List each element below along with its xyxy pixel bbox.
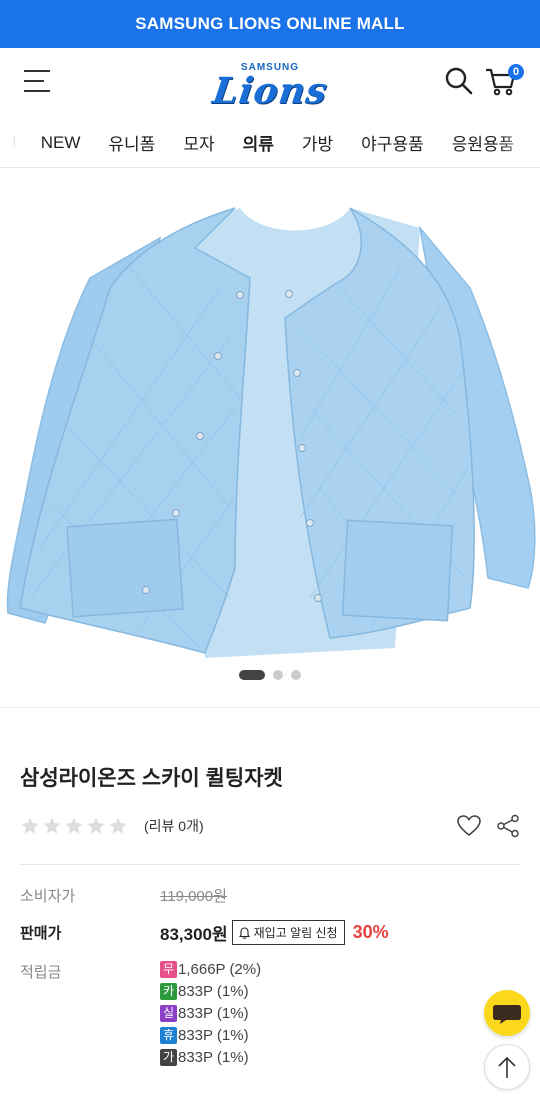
nav-fade-right <box>500 118 540 167</box>
star-icon <box>43 817 61 834</box>
points-badge-hyu: 휴 <box>160 1027 177 1044</box>
points-value: 1,666P (2%) <box>178 961 262 978</box>
sale-price-label: 판매가 <box>20 925 62 942</box>
points-row: 적립금 무 1,666P (2%) 카 833P (1%) 실 833P (1%… <box>20 961 520 1066</box>
chat-button[interactable] <box>484 990 530 1036</box>
category-nav: ! NEW 유니폼 모자 의류 가방 야구용품 응원용품 <box>0 118 540 168</box>
star-icon <box>87 817 105 834</box>
points-badge-ka: 카 <box>160 983 177 1000</box>
chat-bubble-icon <box>493 1005 521 1024</box>
points-badge-sil: 실 <box>160 1005 177 1022</box>
points-item: 휴 833P (1%) <box>160 1027 261 1044</box>
banner-text: SAMSUNG LIONS ONLINE MALL <box>135 14 405 33</box>
cart-count-badge: 0 <box>508 64 524 80</box>
restock-alert-label: 재입고 알림 신청 <box>253 926 338 940</box>
logo[interactable]: SAMSUNG Lions <box>209 62 331 112</box>
sale-price: 83,300원 <box>160 925 228 944</box>
points-item: 무 1,666P (2%) <box>160 961 261 978</box>
top-banner[interactable]: SAMSUNG LIONS ONLINE MALL <box>0 0 540 48</box>
sale-price-row: 판매가 83,300원 재입고 알림 신청 30% <box>20 920 520 945</box>
scroll-top-button[interactable] <box>484 1044 530 1090</box>
arrow-up-icon <box>498 1056 516 1078</box>
product-image <box>6 207 536 658</box>
points-value: 833P (1%) <box>178 1005 249 1022</box>
points-value: 833P (1%) <box>178 1027 249 1044</box>
consumer-price-row: 소비자가 119,000원 <box>20 885 520 906</box>
search-icon[interactable] <box>444 66 474 96</box>
gallery-dot-2[interactable] <box>273 670 283 680</box>
nav-item-cap[interactable]: 모자 <box>183 130 214 155</box>
review-count[interactable]: (리뷰 0개) <box>144 816 204 836</box>
gallery-dot-1[interactable] <box>239 670 265 680</box>
divider <box>20 864 520 865</box>
consumer-price: 119,000원 <box>160 888 227 905</box>
nav-item-new[interactable]: NEW <box>41 133 81 153</box>
nav-item-uniform[interactable]: 유니폼 <box>108 130 155 155</box>
points-label: 적립금 <box>20 964 62 981</box>
consumer-price-label: 소비자가 <box>20 888 76 905</box>
star-icon <box>65 817 83 834</box>
points-value: 833P (1%) <box>178 1049 249 1066</box>
product-title: 삼성라이온즈 스카이 퀼팅자켓 <box>20 767 283 790</box>
menu-icon[interactable] <box>24 70 52 96</box>
points-item: 가 833P (1%) <box>160 1049 261 1066</box>
star-icon <box>109 817 127 834</box>
gallery-dot-3[interactable] <box>291 670 301 680</box>
nav-fade-left <box>0 118 30 167</box>
share-icon[interactable] <box>496 814 520 838</box>
nav-item-baseball-goods[interactable]: 야구용품 <box>361 130 424 155</box>
points-badge-mu: 무 <box>160 961 177 978</box>
rating-stars <box>20 816 128 836</box>
points-item: 실 833P (1%) <box>160 1005 261 1022</box>
cart-button[interactable]: 0 <box>484 64 524 100</box>
product-info: 삼성라이온즈 스카이 퀼팅자켓 (리뷰 0개) 소비자가 119,000원 판매… <box>0 762 540 1066</box>
nav-item-bag[interactable]: 가방 <box>302 130 333 155</box>
nav-item-clothing[interactable]: 의류 <box>243 130 274 155</box>
header: SAMSUNG Lions 0 <box>0 48 540 118</box>
restock-alert-button[interactable]: 재입고 알림 신청 <box>231 920 345 945</box>
points-value: 833P (1%) <box>178 983 249 1000</box>
points-badge-ga: 가 <box>160 1049 177 1066</box>
heart-icon[interactable] <box>456 814 482 838</box>
discount-rate: 30% <box>352 922 389 942</box>
product-gallery[interactable] <box>0 168 540 708</box>
points-item: 카 833P (1%) <box>160 983 261 1000</box>
logo-text: Lions <box>209 69 331 112</box>
star-icon <box>21 817 39 834</box>
bell-icon <box>238 926 250 939</box>
points-list: 무 1,666P (2%) 카 833P (1%) 실 833P (1%) 휴 … <box>160 961 261 1066</box>
gallery-pagination <box>0 670 540 680</box>
rating-row: (리뷰 0개) <box>20 814 520 838</box>
